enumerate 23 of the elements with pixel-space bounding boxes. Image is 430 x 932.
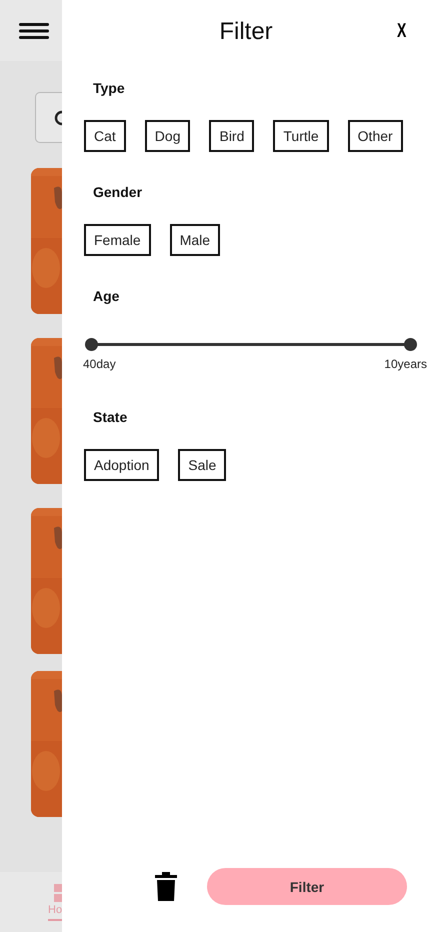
min-label: 40day (83, 357, 116, 371)
filter-chip[interactable]: Female (84, 224, 151, 256)
search-icon (54, 110, 62, 126)
drawer-title: Filter (219, 18, 273, 46)
filter-chip[interactable]: Adoption (84, 449, 160, 481)
section-label: Type (92, 80, 126, 96)
filter-chip[interactable]: Turtle (273, 120, 329, 152)
close-button[interactable]: X (396, 20, 406, 43)
filter-chip[interactable]: Sale (178, 449, 226, 481)
filter-chip[interactable]: Male (170, 224, 220, 256)
filter-chip[interactable]: Cat (84, 120, 126, 152)
filter-chip[interactable]: Bird (209, 120, 254, 152)
slider-thumb[interactable] (404, 338, 417, 351)
section-label: State (92, 409, 128, 425)
slider-thumb[interactable] (85, 338, 98, 351)
filter-chip[interactable]: Other (348, 120, 403, 152)
trash-icon[interactable] (155, 872, 177, 901)
section-label: Age (92, 288, 120, 304)
menu-icon[interactable] (19, 22, 49, 38)
max-label: 10years (384, 357, 427, 371)
filter-chip[interactable]: Dog (144, 120, 190, 152)
section-label: Gender (92, 184, 144, 200)
filter-button[interactable]: Filter (207, 868, 407, 905)
